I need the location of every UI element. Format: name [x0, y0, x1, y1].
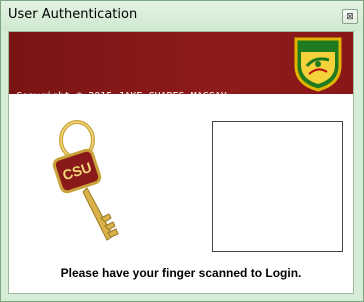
title-bar[interactable]: User Authentication ⊠	[1, 1, 363, 31]
fingerprint-preview-box	[212, 121, 343, 252]
copyright-banner: Copyright © 2015 JAKE GUABES MAGGAY. All…	[9, 32, 353, 135]
key-icon: CSU	[52, 120, 119, 241]
auth-window: User Authentication ⊠ Copyright © 2015 J…	[0, 0, 364, 302]
university-seal-icon	[294, 37, 342, 92]
scan-instruction: Please have your finger scanned to Login…	[60, 266, 302, 280]
client-area: Copyright © 2015 JAKE GUABES MAGGAY. All…	[8, 31, 354, 294]
copyright-line-1: Copyright © 2015 JAKE GUABES MAGGAY.	[16, 91, 233, 102]
close-button[interactable]: ⊠	[342, 9, 358, 24]
window-title: User Authentication	[8, 7, 138, 22]
